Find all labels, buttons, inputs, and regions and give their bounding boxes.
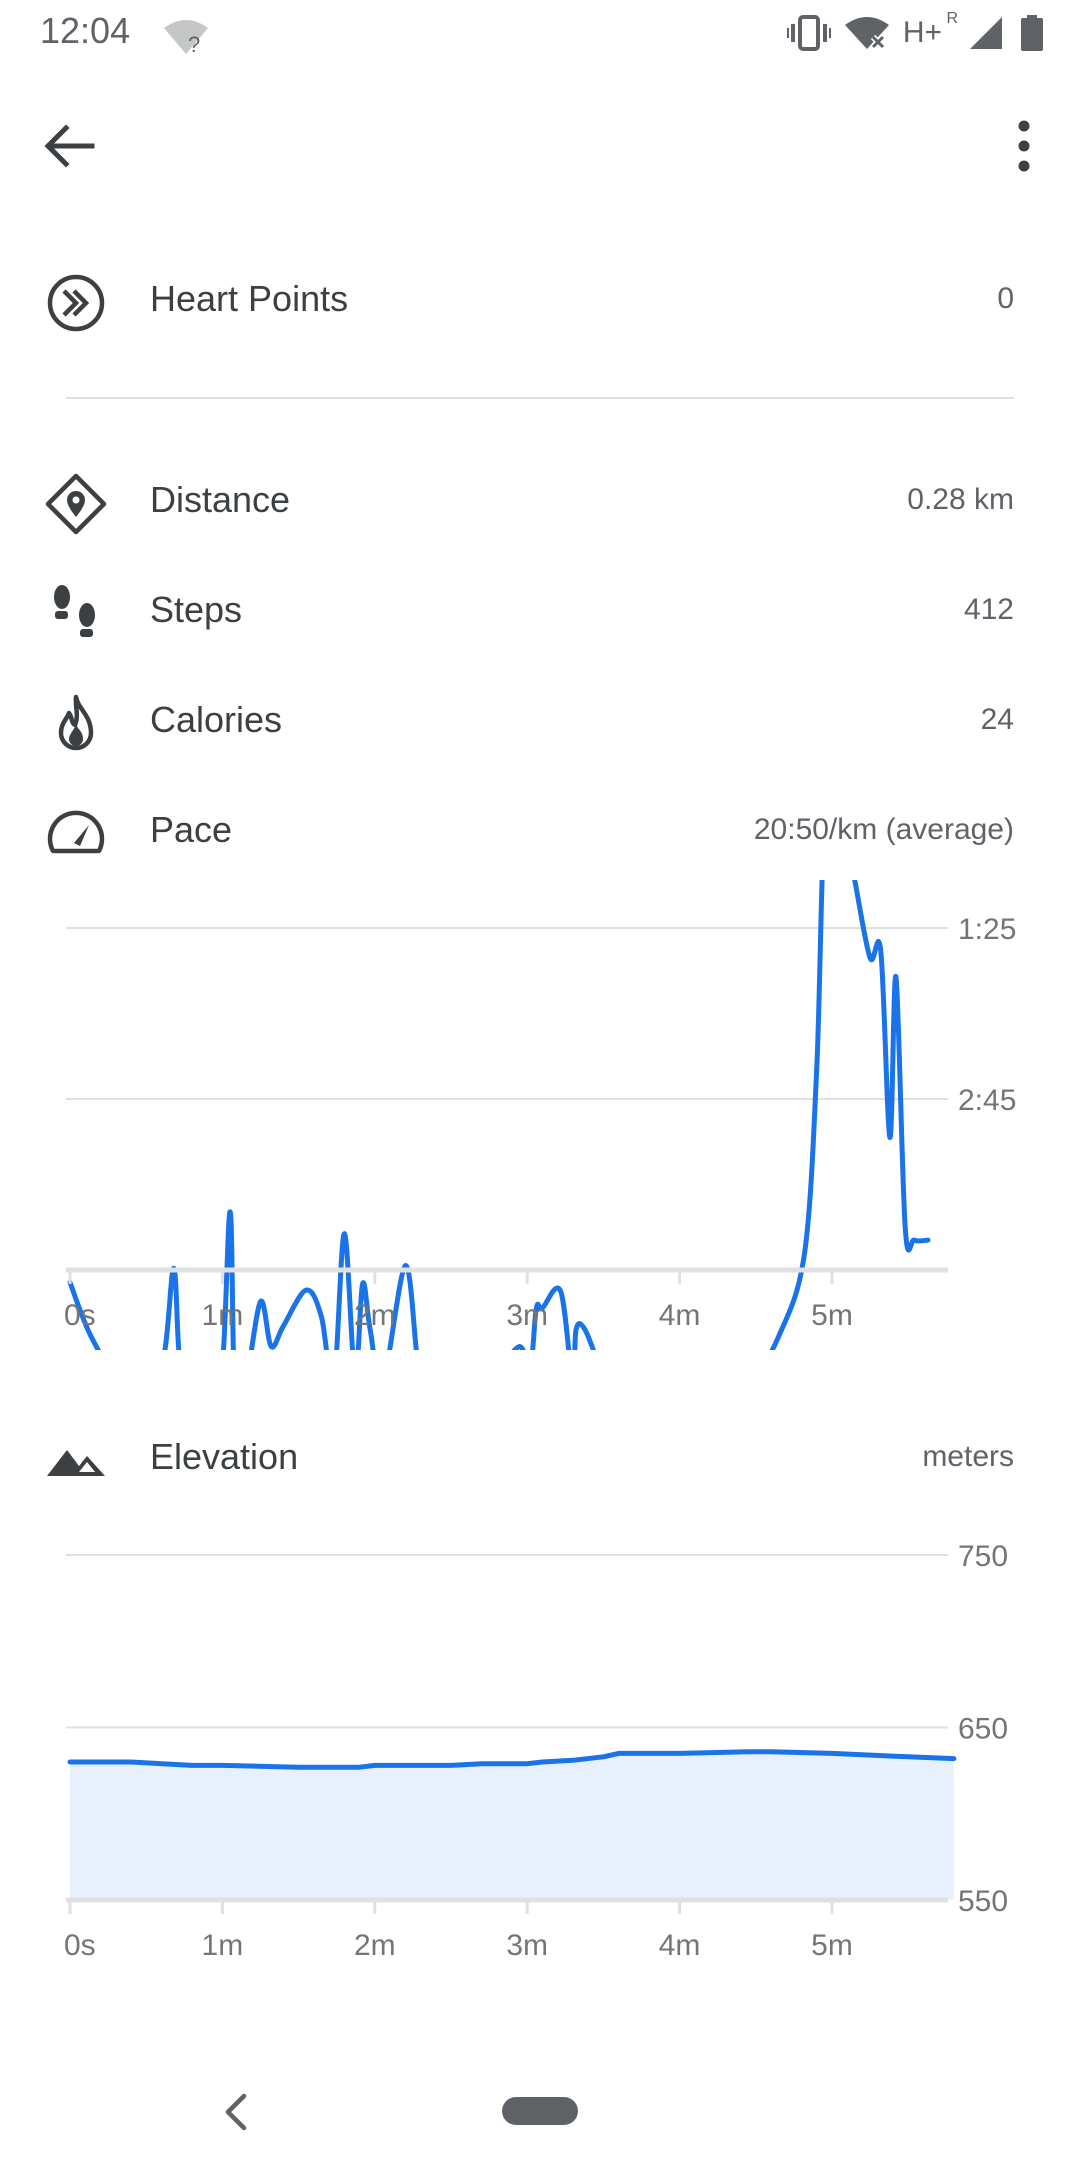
y-tick-label: 750 <box>958 1540 1008 1573</box>
x-tick-label: 5m <box>811 1929 853 1962</box>
heart-points-row: Heart Points 0 <box>0 250 1080 346</box>
x-tick-label: 0s <box>64 1299 96 1332</box>
back-arrow-icon[interactable] <box>40 116 100 176</box>
x-tick-label: 2m <box>354 1929 396 1962</box>
x-tick-label: 3m <box>506 1929 548 1962</box>
calories-icon <box>58 694 94 751</box>
x-tick-label: 1m <box>202 1299 244 1332</box>
heart-points-label: Heart Points <box>150 278 349 319</box>
y-tick-label: 650 <box>958 1713 1008 1746</box>
elevation-icon <box>47 1450 105 1476</box>
pace-label: Pace <box>150 809 233 850</box>
network-type: H+ R <box>902 10 958 49</box>
steps-value: 412 <box>963 593 1014 626</box>
x-tick-label: 5m <box>811 1299 853 1332</box>
status-icons: H+ R <box>786 10 1044 56</box>
elevation-area <box>70 1751 954 1900</box>
steps-icon <box>54 585 95 637</box>
app-bar <box>0 96 1080 192</box>
calories-label: Calories <box>150 699 283 740</box>
elevation-label: Elevation <box>150 1436 299 1477</box>
x-tick-label: 3m <box>506 1299 548 1332</box>
pace-chart: 1:25 2:45 0s 1m 2m 3m 4m 5m <box>0 880 1080 1350</box>
pace-chart-svg: 1:25 2:45 0s 1m 2m 3m 4m 5m <box>64 880 1016 1350</box>
wifi-unknown-icon: ? <box>164 20 208 56</box>
distance-label: Distance <box>150 479 291 520</box>
x-tick-label: 0s <box>64 1929 96 1962</box>
nav-home-pill[interactable] <box>502 2097 578 2125</box>
elevation-row: Elevation meters <box>0 1408 1080 1504</box>
calories-row: Calories 24 <box>0 671 1080 767</box>
nav-back-icon[interactable] <box>218 2092 252 2132</box>
x-tick-label: 4m <box>659 1299 701 1332</box>
svg-text:?: ? <box>188 32 200 56</box>
pace-value: 20:50/km (average) <box>753 813 1014 846</box>
distance-icon <box>45 473 107 535</box>
status-time: 12:04 <box>40 10 131 51</box>
y-tick-label: 1:25 <box>958 913 1016 946</box>
vibrate-icon <box>786 15 831 51</box>
elevation-chart: 750 650 550 0s 1m 2m 3m 4m 5m <box>0 1510 1080 1980</box>
heart-points-icon <box>47 274 105 332</box>
navigation-bar <box>0 2040 1080 2160</box>
signal-icon <box>970 17 1002 49</box>
battery-icon <box>1021 15 1043 51</box>
y-tick-label: 2:45 <box>958 1084 1016 1117</box>
steps-label: Steps <box>150 589 243 630</box>
calories-value: 24 <box>980 703 1014 736</box>
elevation-unit: meters <box>922 1440 1014 1473</box>
elevation-chart-svg: 750 650 550 0s 1m 2m 3m 4m 5m <box>64 1540 1008 1962</box>
pace-line <box>67 880 931 1350</box>
pace-row: Pace 20:50/km (average) <box>0 781 1080 877</box>
x-tick-label: 4m <box>659 1929 701 1962</box>
heart-points-value: 0 <box>997 282 1014 315</box>
distance-row: Distance 0.28 km <box>0 451 1080 547</box>
x-tick-label: 1m <box>202 1929 244 1962</box>
wifi-off-icon <box>844 17 889 50</box>
distance-value: 0.28 km <box>907 483 1014 516</box>
pace-icon <box>47 810 105 854</box>
status-bar: 12:04 ? H+ R <box>0 0 1080 66</box>
steps-row: Steps 412 <box>0 561 1080 657</box>
x-tick-label: 2m <box>354 1299 396 1332</box>
more-options-icon[interactable] <box>994 116 1054 176</box>
y-tick-label: 550 <box>958 1885 1008 1918</box>
divider <box>66 397 1014 399</box>
